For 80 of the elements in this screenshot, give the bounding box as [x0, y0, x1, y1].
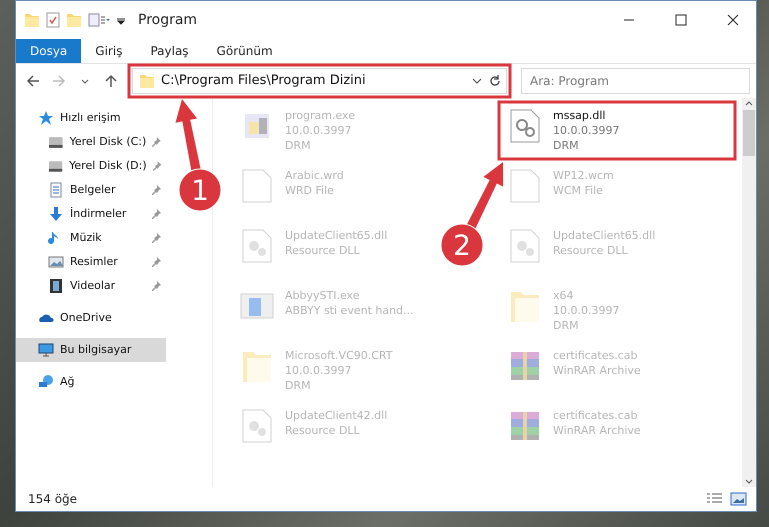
item-count: 154 öğe [28, 491, 78, 508]
sidebar-item[interactable]: Videolar [16, 274, 166, 298]
sidebar-item[interactable]: Belgeler [16, 178, 166, 202]
file-detail: Resource DLL [553, 243, 629, 258]
sidebar-item[interactable]: Hızlı erişim [16, 106, 166, 130]
pin-icon[interactable] [152, 232, 164, 244]
window-title: Program [138, 10, 198, 30]
file-name: UpdateClient65.dll [553, 228, 656, 243]
scroll-thumb[interactable] [743, 110, 755, 156]
file-detail: WCM File [553, 183, 604, 198]
video-icon [48, 278, 64, 294]
properties-icon[interactable] [88, 12, 110, 28]
pin-icon[interactable] [152, 208, 164, 220]
back-arrow-icon [26, 74, 40, 88]
sidebar-item[interactable]: Yerel Disk (C:) [16, 130, 166, 154]
file-detail: DRM [285, 138, 312, 153]
step-badge [440, 224, 484, 266]
step-number: 2 [453, 229, 471, 262]
file-detail: DRM [285, 378, 312, 393]
file-name: WP12.wcm [553, 168, 614, 183]
scrollbar[interactable] [742, 98, 756, 487]
large-icons-view-icon[interactable] [730, 492, 748, 506]
star-icon [38, 110, 54, 126]
sidebar-item[interactable]: Müzik [16, 226, 166, 250]
file-name: UpdateClient42.dll [285, 408, 388, 423]
sidebar-item[interactable]: İndirmeler [16, 202, 166, 226]
file-name: x64 [553, 288, 575, 303]
sidebar-item[interactable]: Resimler [16, 250, 166, 274]
picture-icon [48, 254, 64, 270]
pin-icon[interactable] [152, 256, 164, 268]
caret-icon[interactable] [472, 76, 482, 86]
file-detail: WinRAR Archive [553, 423, 641, 438]
file-detail: DRM [553, 138, 580, 153]
sidebar-item[interactable]: OneDrive [16, 306, 166, 330]
ribbon-tab[interactable]: Giriş [81, 39, 136, 63]
sidebar-item[interactable]: Yerel Disk (D:) [16, 154, 166, 178]
ribbon-tab[interactable]: Görünüm [202, 39, 287, 63]
drive-icon [48, 134, 64, 150]
sidebar-item[interactable]: Ağ [16, 370, 166, 394]
file-name: certificates.cab [553, 408, 639, 423]
checklist-icon[interactable] [46, 12, 60, 28]
file-name: certificates.cab [553, 348, 639, 363]
file-item[interactable]: mssap.dll 10.0.0.3997 DRM [501, 104, 626, 157]
network-icon [38, 374, 54, 390]
file-detail: Resource DLL [285, 243, 361, 258]
address-bar[interactable]: C:\Program Files\Program Dizini [132, 68, 507, 94]
sidebar-item[interactable]: Bu bilgisayar [16, 338, 166, 362]
file-name: program.exe [285, 108, 355, 123]
file-name: AbbyySTI.exe [285, 288, 360, 303]
pin-icon[interactable] [152, 184, 164, 196]
file-detail: WRD File [285, 183, 335, 198]
refresh-icon[interactable] [488, 74, 502, 88]
address-path: C:\Program Files\Program Dizini [161, 72, 367, 90]
close-icon [727, 14, 739, 26]
file-name: mssap.dll [553, 108, 606, 123]
file-detail: DRM [553, 318, 580, 333]
document-icon [48, 182, 64, 198]
folder-icon [139, 73, 155, 89]
file-detail: 10.0.0.3997 [553, 123, 620, 138]
download-icon [48, 206, 64, 222]
file-name: Arabic.wrd [285, 168, 344, 183]
computer-icon [38, 342, 54, 358]
forward-arrow-icon [52, 74, 66, 88]
step-number: 1 [191, 174, 209, 207]
pin-icon[interactable] [152, 280, 164, 292]
up-arrow-icon [104, 74, 118, 88]
file-name: Microsoft.VC90.CRT [285, 348, 392, 363]
file-detail: 10.0.0.3997 [285, 123, 352, 138]
search-field[interactable]: Ara: Program [521, 68, 750, 94]
ribbon-tab[interactable]: Paylaş [136, 39, 203, 63]
maximize-icon [675, 14, 687, 26]
file-detail: 10.0.0.3997 [285, 363, 352, 378]
file-detail: 10.0.0.3997 [553, 303, 620, 318]
file-detail: ABBYY sti event hand... [285, 303, 414, 318]
file-detail: Resource DLL [285, 423, 361, 438]
ribbon-tab[interactable]: Dosya [16, 39, 82, 63]
step-badge [178, 168, 222, 212]
file-name: UpdateClient65.dll [285, 228, 388, 243]
pin-icon[interactable] [152, 160, 164, 172]
file-detail: WinRAR Archive [553, 363, 641, 378]
